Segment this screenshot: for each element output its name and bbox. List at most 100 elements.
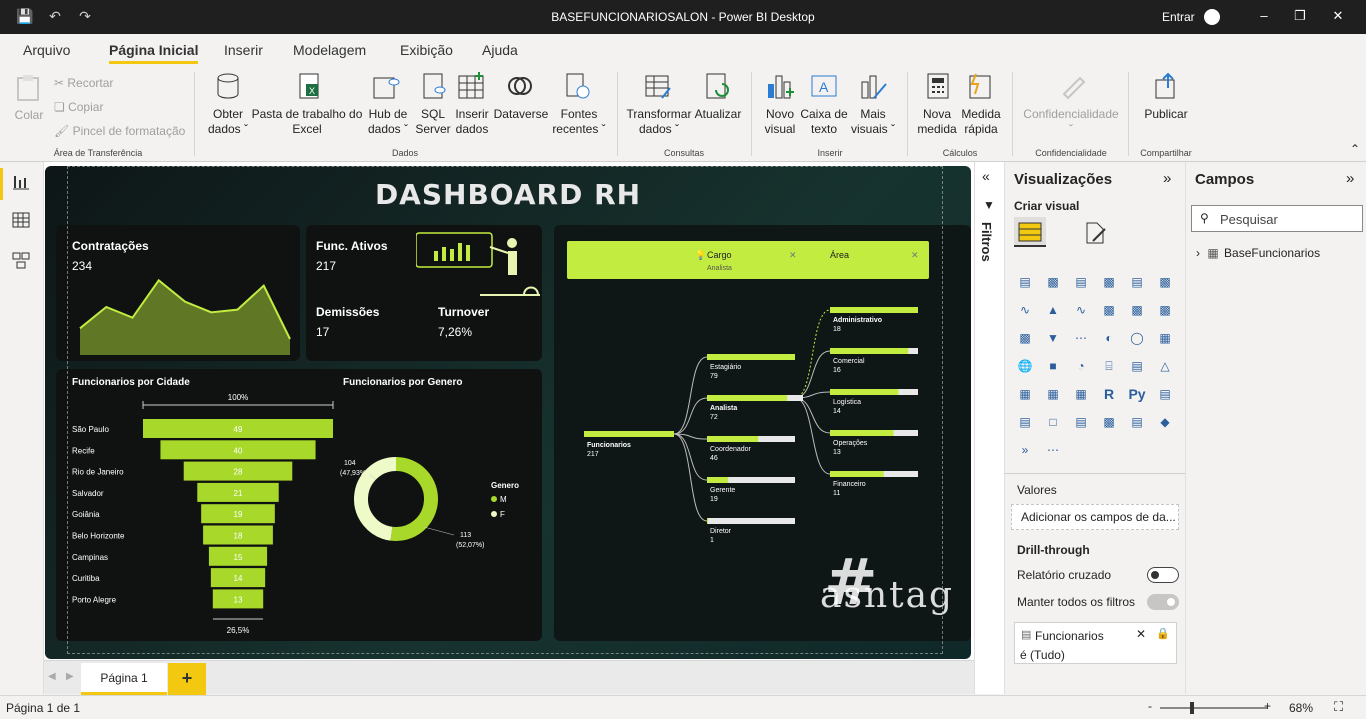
- text-box-button[interactable]: Caixa de texto: [800, 107, 848, 137]
- visual-type-icon[interactable]: ◯: [1127, 328, 1147, 348]
- refresh-button[interactable]: Atualizar: [692, 107, 744, 122]
- paste-button[interactable]: Colar: [12, 108, 46, 123]
- visual-type-icon[interactable]: ▤: [1155, 384, 1175, 404]
- avatar[interactable]: [1204, 9, 1220, 25]
- copy-button[interactable]: ❏ Copiar: [54, 100, 154, 115]
- dataverse-button[interactable]: Dataverse: [492, 107, 550, 122]
- visual-type-icon[interactable]: ▦: [1071, 384, 1091, 404]
- visual-type-icon[interactable]: ⋯: [1043, 440, 1063, 460]
- drillthrough-filter-card[interactable]: ▤ Funcionarios ✕ 🔒 é (Tudo): [1014, 622, 1177, 664]
- visual-type-icon[interactable]: »: [1015, 440, 1035, 460]
- visual-type-icon[interactable]: ▤: [1127, 412, 1147, 432]
- tab-exibicao[interactable]: Exibição: [400, 42, 453, 58]
- visual-type-icon[interactable]: Py: [1127, 384, 1147, 404]
- expand-chevron-icon[interactable]: ›: [1196, 246, 1200, 260]
- visual-type-icon[interactable]: ⋯: [1071, 328, 1091, 348]
- visual-type-icon[interactable]: ▤: [1015, 272, 1035, 292]
- table-view-icon[interactable]: [11, 210, 31, 230]
- visual-type-icon[interactable]: △: [1155, 356, 1175, 376]
- model-view-icon[interactable]: [11, 250, 31, 270]
- new-measure-button[interactable]: Nova medida: [914, 107, 960, 137]
- excel-button[interactable]: Pasta de trabalho do Excel: [250, 107, 364, 137]
- visual-type-icon[interactable]: ■: [1043, 356, 1063, 376]
- visual-type-icon[interactable]: ▩: [1043, 272, 1063, 292]
- visual-type-icon[interactable]: ▩: [1099, 300, 1119, 320]
- filters-pane-collapsed[interactable]: « ▼ Filtros: [974, 162, 1004, 694]
- recent-sources-button[interactable]: Fontes recentes ˇ: [550, 107, 608, 137]
- more-visuals-button[interactable]: Mais visuais ˇ: [848, 107, 898, 137]
- tab-pagina-inicial[interactable]: Página Inicial: [109, 42, 199, 64]
- remove-filter-icon[interactable]: ✕: [1136, 627, 1146, 641]
- visual-type-icon[interactable]: ▩: [1127, 300, 1147, 320]
- collapse-ribbon-icon[interactable]: ⌃: [1348, 142, 1362, 157]
- zoom-slider[interactable]: [1160, 702, 1268, 714]
- format-visual-icon[interactable]: [1081, 219, 1109, 247]
- visual-type-icon[interactable]: ∿: [1015, 300, 1035, 320]
- tab-modelagem[interactable]: Modelagem: [293, 42, 366, 58]
- visual-type-icon[interactable]: 🌐: [1015, 356, 1035, 376]
- table-item[interactable]: › ▦ BaseFuncionarios: [1196, 246, 1320, 260]
- zoom-out-button[interactable]: -: [1148, 699, 1152, 713]
- next-page-icon[interactable]: ▶: [66, 671, 74, 682]
- format-painter-button[interactable]: 🖌 Pincel de formatação: [54, 124, 194, 139]
- keep-filters-toggle[interactable]: [1147, 594, 1179, 610]
- visual-type-icon[interactable]: ▩: [1099, 412, 1119, 432]
- enter-data-button[interactable]: Inserir dados: [452, 107, 492, 137]
- cross-report-toggle[interactable]: [1147, 567, 1179, 583]
- visual-type-icon[interactable]: ▤: [1127, 356, 1147, 376]
- visual-type-icon[interactable]: ▤: [1071, 272, 1091, 292]
- visual-type-icon[interactable]: ▤: [1015, 412, 1035, 432]
- get-data-button[interactable]: Obter dados ˇ: [200, 107, 256, 137]
- transform-data-button[interactable]: Transformar dados ˇ: [624, 107, 694, 137]
- new-visual-button[interactable]: Novo visual: [758, 107, 802, 137]
- visual-type-icon[interactable]: ▦: [1015, 384, 1035, 404]
- visual-type-icon[interactable]: ◔: [1071, 356, 1091, 376]
- root-bar[interactable]: [584, 431, 674, 437]
- restore-icon[interactable]: ❐: [1290, 8, 1310, 24]
- visual-type-icon[interactable]: R: [1099, 384, 1119, 404]
- page-tab-1[interactable]: Página 1: [81, 663, 167, 695]
- lock-icon[interactable]: 🔒: [1156, 627, 1170, 640]
- tab-ajuda[interactable]: Ajuda: [482, 42, 518, 58]
- kpi-card[interactable]: Func. Ativos 217 Demissões 17 Turnover 7…: [306, 225, 542, 361]
- visual-type-icon[interactable]: ▩: [1155, 300, 1175, 320]
- collapse-fields-icon[interactable]: »: [1346, 170, 1354, 187]
- data-hub-button[interactable]: Hub de dados ˇ: [364, 107, 412, 137]
- visual-type-icon[interactable]: ◆: [1155, 412, 1175, 432]
- prev-page-icon[interactable]: ◀: [48, 671, 56, 682]
- visual-type-icon[interactable]: ▩: [1099, 272, 1119, 292]
- visual-type-icon[interactable]: ▼: [1043, 328, 1063, 348]
- zoom-thumb[interactable]: [1190, 702, 1194, 714]
- visual-type-icon[interactable]: ▦: [1043, 384, 1063, 404]
- sql-server-button[interactable]: SQL Server: [412, 107, 454, 137]
- contratacoes-card[interactable]: Contratações 234: [56, 225, 300, 361]
- report-view-icon[interactable]: [11, 172, 31, 192]
- cut-button[interactable]: ✂ Recortar: [54, 76, 154, 91]
- visual-type-icon[interactable]: ▲: [1043, 300, 1063, 320]
- visual-type-icon[interactable]: ∿: [1071, 300, 1091, 320]
- add-page-button[interactable]: +: [168, 663, 206, 695]
- visual-type-icon[interactable]: ▤: [1071, 412, 1091, 432]
- visual-type-icon[interactable]: ▩: [1155, 272, 1175, 292]
- quick-measure-button[interactable]: Medida rápida: [958, 107, 1004, 137]
- tab-inserir[interactable]: Inserir: [224, 42, 263, 58]
- decomposition-tree-card[interactable]: 💡 Cargo Analista ✕ Área ✕ Funcionarios 2…: [554, 225, 971, 641]
- values-drop-zone[interactable]: Adicionar os campos de da...: [1011, 504, 1179, 530]
- zoom-in-button[interactable]: +: [1264, 699, 1271, 713]
- visual-type-icon[interactable]: ▩: [1015, 328, 1035, 348]
- tab-arquivo[interactable]: Arquivo: [23, 42, 70, 58]
- signin-link[interactable]: Entrar: [1162, 10, 1195, 24]
- expand-filters-icon[interactable]: «: [982, 168, 990, 184]
- fit-page-icon[interactable]: ⛶: [1334, 699, 1343, 715]
- publish-button[interactable]: Publicar: [1136, 107, 1196, 122]
- visual-type-icon[interactable]: □: [1043, 412, 1063, 432]
- sensitivity-button[interactable]: Confidencialidade ˇ: [1018, 107, 1124, 137]
- fields-search-input[interactable]: ⚲ Pesquisar: [1191, 205, 1363, 232]
- visual-type-icon[interactable]: ◐: [1099, 328, 1119, 348]
- visual-type-icon[interactable]: ▦: [1155, 328, 1175, 348]
- visual-type-icon[interactable]: ▤: [1127, 272, 1147, 292]
- close-icon[interactable]: ✕: [1328, 8, 1348, 24]
- cidade-genero-card[interactable]: Funcionarios por Cidade Funcionarios por…: [56, 369, 542, 641]
- build-visual-tab[interactable]: [1014, 217, 1046, 247]
- collapse-viz-icon[interactable]: »: [1163, 170, 1171, 187]
